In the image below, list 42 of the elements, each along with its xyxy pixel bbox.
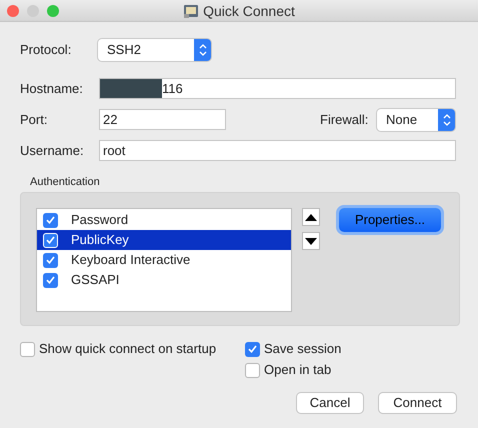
move-down-button[interactable]	[302, 232, 320, 250]
checkbox-label: Show quick connect on startup	[39, 340, 216, 358]
cancel-button[interactable]: Cancel	[297, 393, 363, 413]
move-up-button[interactable]	[302, 208, 320, 226]
checkmark-icon	[248, 345, 257, 353]
checkbox[interactable]	[43, 252, 58, 268]
up-triangle-icon	[305, 214, 317, 220]
input-field[interactable]: 22	[99, 109, 226, 130]
input-field[interactable]: 116	[99, 78, 456, 99]
group-title: Authentication	[30, 176, 101, 189]
redaction-bar	[100, 79, 162, 98]
checkmark-icon	[46, 256, 55, 264]
stepper-chevron-icon	[194, 39, 211, 61]
checkbox[interactable]	[43, 272, 58, 288]
field-label: Protocol:	[20, 41, 72, 60]
checkbox[interactable]	[20, 342, 35, 356]
properties-button[interactable]: Properties...	[339, 208, 441, 232]
checkbox-label: Save session	[264, 340, 342, 358]
terminal-app-icon	[183, 4, 200, 18]
connect-button[interactable]: Connect	[379, 393, 456, 413]
list-item[interactable]: Password	[37, 210, 291, 230]
checkbox[interactable]	[245, 342, 260, 356]
checkbox[interactable]	[245, 362, 260, 378]
checkbox-label: Open in tab	[264, 361, 332, 380]
field-label: Port:	[20, 110, 48, 129]
window-title: Quick Connect	[203, 2, 295, 21]
checkbox[interactable]	[43, 212, 58, 228]
field-label: Username:	[20, 142, 85, 160]
list-item[interactable]: Keyboard Interactive	[37, 250, 291, 270]
list-item[interactable]: GSSAPI	[37, 270, 291, 290]
dropdown-select[interactable]: None	[377, 108, 455, 130]
stepper-chevron-icon	[438, 108, 455, 130]
close-button[interactable]	[7, 4, 19, 16]
down-triangle-icon	[305, 238, 317, 244]
checkmark-icon	[46, 216, 55, 224]
input-field[interactable]: root	[99, 140, 456, 161]
list-item[interactable]: PublicKey	[37, 230, 291, 250]
checkmark-icon	[46, 236, 55, 244]
field-label: Hostname:	[20, 80, 84, 98]
field-label: Firewall:	[320, 110, 370, 129]
dropdown-select[interactable]: SSH2	[98, 39, 211, 61]
checkmark-icon	[46, 276, 55, 284]
